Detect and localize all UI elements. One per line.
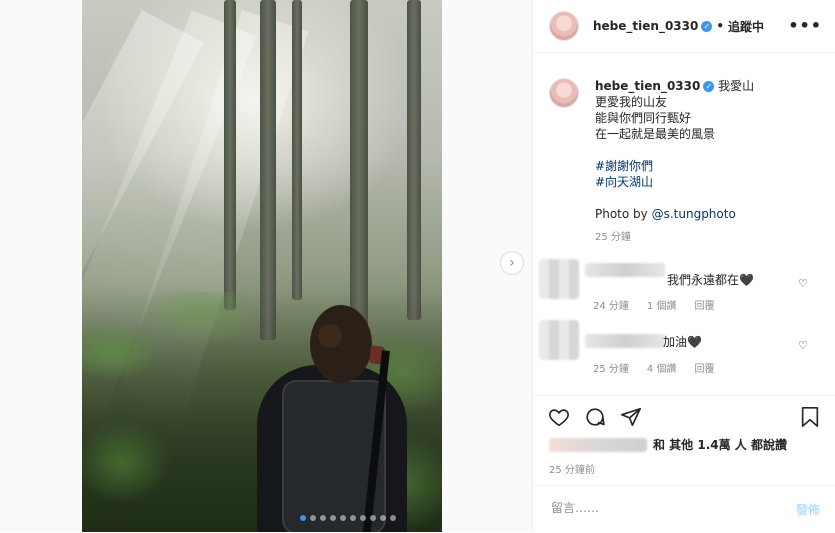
caption-line: 能與你們同行甄好 [595,111,692,125]
reply-button[interactable]: 回覆 [694,297,714,312]
carousel-dot [370,515,376,521]
reply-button[interactable]: 回覆 [694,360,714,375]
photo-credit-prefix: Photo by [595,207,648,221]
commenter-username[interactable] [585,263,665,277]
commenter-username[interactable] [585,334,665,348]
hair-bun [318,324,342,348]
carousel-dot [300,515,306,521]
commenter-avatar[interactable] [539,259,579,299]
hiker-head [310,305,372,383]
likes-count[interactable]: 和 其他 1.4萬 人 都說讚 [653,436,787,453]
carousel-dot [380,515,386,521]
carousel-indicator [300,515,396,521]
tree-trunk [292,0,302,300]
tree-trunk [407,0,421,320]
comment-item: 我們永遠都在🖤 ♡ 24 分鐘 1 個讚 回覆 [533,259,835,319]
save-bookmark-icon[interactable] [800,406,820,428]
caption: hebe_tien_0330 ✓ 我愛山 更愛我的山友 能與你們同行甄好 在一起就… [549,78,819,246]
comment-meta: 25 分鐘 4 個讚 回覆 [593,360,714,375]
comment-input[interactable] [549,500,783,516]
chevron-right-icon: › [509,255,515,271]
carousel-dot [340,515,346,521]
caption-text: hebe_tien_0330 ✓ 我愛山 更愛我的山友 能與你們同行甄好 在一起就… [595,78,754,246]
like-heart-icon[interactable] [548,406,570,428]
comment-time[interactable]: 25 分鐘 [593,360,629,375]
likes-summary: 和 其他 1.4萬 人 都說讚 [549,436,787,453]
caption-line: 我愛山 [718,79,755,93]
caption-username[interactable]: hebe_tien_0330 [595,79,700,93]
caption-time[interactable]: 25 分鐘 [595,230,754,246]
carousel-dot [310,515,316,521]
post-timestamp[interactable]: 25 分鐘前 [549,461,595,476]
header-username[interactable]: hebe_tien_0330 [593,19,698,33]
share-paper-plane-icon[interactable] [620,406,642,428]
hashtag-link[interactable]: #向天湖山 [595,174,754,190]
post-comment-button[interactable]: 發佈 [796,501,820,518]
caption-line: 更愛我的山友 [595,95,668,109]
tree-trunk [260,0,276,340]
post-photo[interactable] [82,0,442,532]
follow-separator: • [716,19,725,33]
action-bar [533,395,835,436]
comment-text: 加油🖤 [663,335,702,349]
commenter-avatar[interactable] [539,320,579,360]
post-header: hebe_tien_0330 ✓ • 追蹤中 ••• [533,0,835,53]
next-arrow-button[interactable]: › [500,251,524,275]
verified-badge-icon: ✓ [703,81,715,92]
photo-credit: Photo by @s.tungphoto [595,206,754,222]
like-comment-heart-icon[interactable]: ♡ [798,339,808,352]
carousel-dot [360,515,366,521]
avatar[interactable] [549,78,579,108]
comment-bubble-icon[interactable] [584,406,606,428]
carousel-dot [350,515,356,521]
comment-text: 我們永遠都在🖤 [667,273,754,287]
like-comment-heart-icon[interactable]: ♡ [798,277,808,290]
hashtag-link[interactable]: #謝謝你們 [595,158,754,174]
comment-likes[interactable]: 4 個讚 [647,360,677,375]
tree-trunk [224,0,236,310]
more-options-icon[interactable]: ••• [788,16,822,35]
verified-badge-icon: ✓ [701,20,713,32]
avatar[interactable] [549,11,579,41]
caption-line: 在一起就是最美的風景 [595,127,716,141]
caption-first-line: hebe_tien_0330 ✓ 我愛山 [595,78,754,94]
comment-likes[interactable]: 1 個讚 [647,297,677,312]
comment-meta: 24 分鐘 1 個讚 回覆 [593,297,714,312]
carousel-dot [330,515,336,521]
comment-item: 加油🖤 ♡ 25 分鐘 4 個讚 回覆 [533,320,835,380]
mention-link[interactable]: @s.tungphoto [652,207,736,221]
carousel-dot [320,515,326,521]
add-comment-bar: 發佈 [533,485,835,533]
following-button[interactable]: 追蹤中 [728,18,764,35]
post-side-panel: hebe_tien_0330 ✓ • 追蹤中 ••• hebe_tien_033… [532,0,835,532]
liker-avatars[interactable] [549,437,647,452]
carousel-dot [390,515,396,521]
comment-time[interactable]: 24 分鐘 [593,297,629,312]
